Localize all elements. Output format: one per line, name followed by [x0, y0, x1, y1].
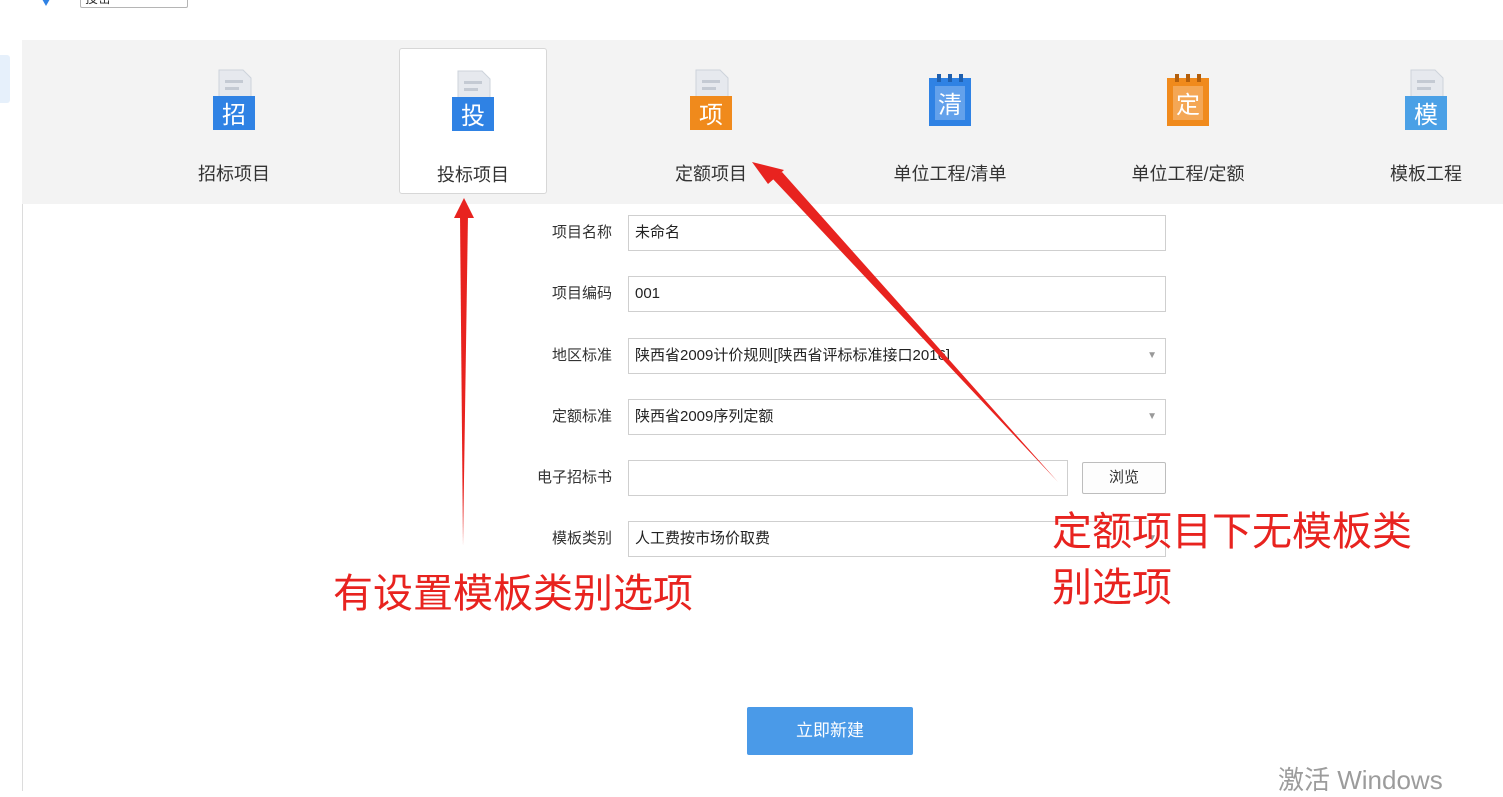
type-unit-bill[interactable]: 清 单位工程/清单 [876, 48, 1024, 194]
type-label: 模板工程 [1390, 164, 1462, 184]
type-bid-project[interactable]: 投 投标项目 [399, 48, 547, 194]
document-xiang-icon: 项 [690, 69, 732, 130]
region-standard-label: 地区标准 [551, 347, 612, 364]
project-name-label: 项目名称 [551, 224, 612, 241]
document-mo-icon: 模 [1405, 69, 1447, 130]
annotation-right-line1: 定额项目下无模板类 [1052, 510, 1412, 554]
chevron-down-icon: ▼ [1147, 411, 1157, 422]
notepad-ding-icon: 定 [1167, 74, 1209, 126]
type-label: 招标项目 [198, 164, 270, 184]
top-select[interactable]: 投密 [80, 0, 188, 8]
document-tou-icon: 投 [452, 70, 494, 131]
project-name-input[interactable]: 未命名 [628, 215, 1166, 251]
notepad-qing-icon: 清 [929, 74, 971, 126]
project-code-input[interactable]: 001 [628, 276, 1166, 312]
chevron-down-icon: ▼ [1147, 350, 1157, 361]
create-now-button[interactable]: 立即新建 [747, 707, 913, 755]
type-unit-quota[interactable]: 定 单位工程/定额 [1114, 48, 1262, 194]
left-rail [0, 0, 23, 791]
region-standard-value: 陕西省2009计价规则[陕西省评标标准接口2016] [635, 347, 951, 364]
svg-text:清: 清 [938, 91, 962, 119]
project-type-bar: 招 招标项目 投 投标项目 项 定额项目 清 单位工程/清单 定 单位工程/定额… [22, 40, 1503, 204]
annotation-left: 有设置模板类别选项 [333, 572, 693, 616]
browse-button[interactable]: 浏览 [1082, 462, 1166, 494]
template-type-label: 模板类别 [551, 530, 612, 547]
quota-standard-value: 陕西省2009序列定额 [635, 408, 774, 425]
annotation-right-line2: 别选项 [1052, 566, 1172, 610]
svg-text:定: 定 [1176, 91, 1200, 119]
type-quota-project[interactable]: 项 定额项目 [637, 48, 785, 194]
windows-activation-watermark: 激活 Windows [1278, 765, 1443, 795]
type-label: 定额项目 [675, 164, 747, 184]
left-rail-marker [0, 55, 10, 103]
tender-doc-input[interactable] [628, 460, 1068, 496]
svg-text:招: 招 [222, 101, 246, 129]
svg-text:模: 模 [1414, 101, 1438, 129]
type-tender-project[interactable]: 招 招标项目 [160, 48, 308, 194]
quota-standard-label: 定额标准 [551, 408, 612, 425]
top-strip [22, 0, 1503, 40]
quota-standard-select[interactable]: 陕西省2009序列定额 ▼ [628, 399, 1166, 435]
svg-text:项: 项 [699, 101, 723, 129]
location-pin-icon [42, 0, 50, 6]
type-label: 单位工程/定额 [1131, 164, 1245, 184]
template-type-value: 人工费按市场价取费 [635, 530, 771, 547]
arrow-to-bid-project [454, 198, 474, 546]
type-label: 投标项目 [437, 165, 509, 185]
document-zhao-icon: 招 [213, 69, 255, 130]
region-standard-select[interactable]: 陕西省2009计价规则[陕西省评标标准接口2016] ▼ [628, 338, 1166, 374]
tender-doc-label: 电子招标书 [536, 469, 612, 486]
project-code-label: 项目编码 [551, 285, 612, 302]
type-template-project[interactable]: 模 模板工程 [1352, 48, 1500, 194]
type-label: 单位工程/清单 [893, 164, 1007, 184]
svg-text:投: 投 [461, 102, 485, 130]
